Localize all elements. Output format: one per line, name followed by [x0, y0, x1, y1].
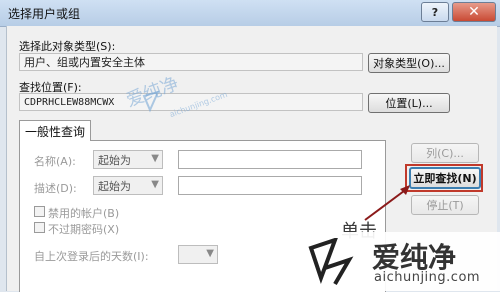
name-match-value: 起始为 — [98, 153, 131, 167]
help-icon: ? — [431, 5, 439, 19]
locations-button[interactable]: 位置(L)... — [368, 93, 450, 113]
chevron-down-icon: ▼ — [151, 153, 159, 164]
disabled-accounts-label: 禁用的帐户(B) — [48, 207, 120, 220]
help-button[interactable]: ? — [421, 2, 449, 22]
corner-watermark-url: aichunjing.com — [374, 270, 481, 285]
object-type-field: 用户、组或内置安全主体 — [19, 53, 363, 71]
corner-watermark-logo-icon — [308, 238, 354, 286]
name-label: 名称(A): — [34, 155, 76, 168]
days-since-logon-label: 自上次登录后的天数(I): — [34, 250, 149, 263]
close-icon: ✕ — [468, 4, 480, 20]
object-type-label: 选择此对象类型(S): — [19, 40, 116, 53]
object-types-button[interactable]: 对象类型(O)... — [368, 53, 450, 73]
days-since-logon-select[interactable]: ▼ — [178, 245, 218, 264]
stop-button[interactable]: 停止(T) — [411, 195, 479, 215]
name-match-select[interactable]: 起始为 ▼ — [93, 150, 163, 169]
close-button[interactable]: ✕ — [452, 2, 496, 22]
window-title: 选择用户或组 — [8, 7, 81, 21]
description-input[interactable] — [178, 176, 362, 195]
chevron-down-icon: ▼ — [206, 248, 214, 259]
description-match-value: 起始为 — [98, 179, 131, 193]
no-expire-password-checkbox[interactable] — [34, 222, 45, 233]
columns-button[interactable]: 列(C)... — [411, 143, 479, 163]
description-label: 描述(D): — [34, 182, 77, 195]
name-input[interactable] — [178, 150, 362, 169]
description-match-select[interactable]: 起始为 ▼ — [93, 176, 163, 195]
no-expire-password-label: 不过期密码(X) — [48, 223, 120, 236]
disabled-accounts-checkbox[interactable] — [34, 206, 45, 217]
tab-common-queries[interactable]: 一般性查询 — [19, 120, 91, 141]
title-bar: 选择用户或组 ? ✕ — [0, 0, 500, 27]
chevron-down-icon: ▼ — [151, 179, 159, 190]
